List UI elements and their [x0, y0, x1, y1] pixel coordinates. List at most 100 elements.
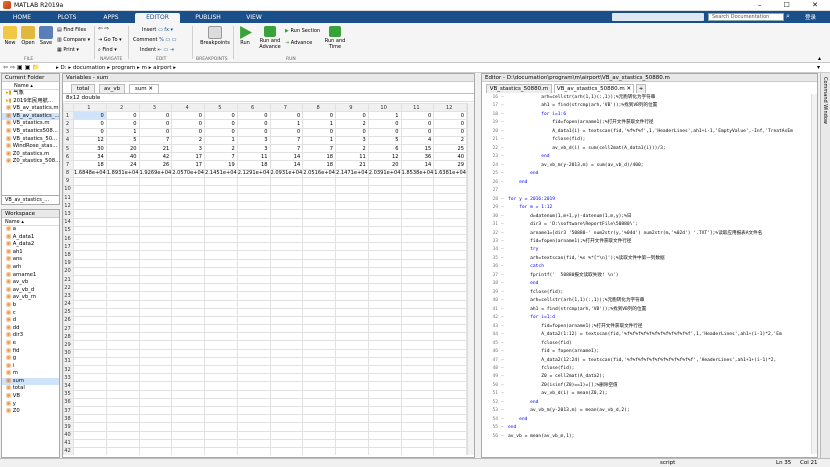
grid-cell[interactable]: [335, 233, 369, 244]
grid-cell[interactable]: [269, 250, 304, 260]
grid-cell[interactable]: [335, 397, 369, 407]
grid-cell[interactable]: [433, 193, 467, 203]
grid-cell[interactable]: [204, 274, 238, 285]
grid-cell[interactable]: [204, 307, 238, 317]
list-item[interactable]: ▦ e: [2, 340, 59, 348]
grid-cell[interactable]: [433, 266, 467, 276]
grid-cell[interactable]: [204, 340, 238, 350]
grid-cell[interactable]: [105, 258, 140, 268]
grid-cell[interactable]: [236, 193, 271, 203]
breakpoint-marker-icon[interactable]: –: [501, 204, 504, 212]
grid-cell[interactable]: [171, 364, 205, 375]
grid-cell[interactable]: [73, 381, 107, 391]
grid-cell[interactable]: [269, 176, 304, 186]
grid-cell[interactable]: [171, 209, 205, 219]
grid-cell[interactable]: [367, 446, 402, 455]
grid-cell[interactable]: [105, 217, 140, 227]
grid-cell[interactable]: [400, 201, 435, 211]
grid-cell[interactable]: [73, 274, 107, 285]
grid-cell[interactable]: 0: [204, 119, 238, 129]
grid-cell[interactable]: [236, 356, 271, 367]
code-line[interactable]: 52– end: [482, 399, 819, 407]
grid-cell[interactable]: [138, 422, 173, 432]
grid-cell[interactable]: [302, 258, 336, 268]
row-header[interactable]: 15: [63, 225, 74, 236]
grid-cell[interactable]: [73, 340, 107, 350]
grid-cell[interactable]: 2: [433, 135, 467, 145]
grid-cell[interactable]: [204, 356, 238, 367]
grid-cell[interactable]: 0: [73, 127, 107, 137]
grid-cell[interactable]: 0: [236, 127, 271, 137]
grid-cell[interactable]: [400, 242, 435, 252]
grid-cell[interactable]: [302, 242, 336, 252]
grid-cell[interactable]: [367, 324, 402, 334]
grid-cell[interactable]: [73, 389, 107, 399]
grid-cell[interactable]: [105, 340, 140, 350]
row-header[interactable]: 10: [63, 184, 74, 195]
grid-cell[interactable]: [302, 389, 336, 399]
workspace-header[interactable]: Name ▴: [2, 218, 59, 226]
grid-cell[interactable]: 29: [433, 160, 467, 170]
row-header[interactable]: 28: [63, 332, 74, 342]
row-header[interactable]: 39: [63, 422, 74, 432]
breakpoint-marker-icon[interactable]: –: [501, 145, 504, 153]
column-header[interactable]: 9: [335, 103, 369, 113]
grid-cell[interactable]: [204, 266, 238, 276]
grid-cell[interactable]: [171, 332, 205, 342]
grid-cell[interactable]: [73, 430, 107, 440]
grid-cell[interactable]: 0: [335, 111, 369, 121]
grid-cell[interactable]: [367, 397, 402, 407]
row-header[interactable]: 23: [63, 291, 74, 301]
list-item[interactable]: ▦ av_vb_m: [2, 294, 59, 302]
breakpoint-marker-icon[interactable]: –: [501, 153, 504, 161]
code-line[interactable]: 26– end: [482, 179, 819, 187]
grid-cell[interactable]: [236, 332, 271, 342]
grid-cell[interactable]: [269, 446, 304, 455]
grid-cell[interactable]: [400, 193, 435, 203]
grid-cell[interactable]: 14: [400, 160, 435, 170]
row-header[interactable]: 4: [63, 135, 74, 145]
row-header[interactable]: 34: [63, 381, 74, 391]
goto-button[interactable]: ⇥ Go To ▾: [98, 37, 122, 43]
grid-cell[interactable]: [433, 332, 467, 342]
grid-cell[interactable]: [367, 291, 402, 301]
code-line[interactable]: 17– ah1 = find(strcmp(arh,'VB'));%找到VB列的…: [482, 102, 819, 110]
grid-cell[interactable]: [269, 209, 304, 219]
grid-cell[interactable]: [335, 184, 369, 195]
grid-cell[interactable]: [204, 397, 238, 407]
list-item[interactable]: ▦ i: [2, 363, 59, 371]
grid-cell[interactable]: [138, 324, 173, 334]
list-item[interactable]: ▦ VB_stastics508...: [2, 128, 59, 136]
grid-cell[interactable]: [171, 242, 205, 252]
row-header[interactable]: 20: [63, 266, 74, 276]
grid-cell[interactable]: [105, 242, 140, 252]
grid-cell[interactable]: [105, 201, 140, 211]
code-line[interactable]: 35– arh=textscan(fid,'%s %*[^\n]');%读取文件…: [482, 255, 819, 263]
grid-cell[interactable]: [236, 348, 271, 358]
grid-cell[interactable]: [105, 193, 140, 203]
grid-cell[interactable]: [302, 332, 336, 342]
grid-cell[interactable]: [269, 356, 304, 367]
grid-cell[interactable]: [335, 242, 369, 252]
grid-cell[interactable]: 17: [171, 160, 205, 170]
new-button[interactable]: New: [2, 26, 18, 46]
grid-cell[interactable]: [138, 315, 173, 326]
grid-cell[interactable]: [73, 184, 107, 195]
grid-cell[interactable]: [433, 397, 467, 407]
code-line[interactable]: 31– dir3 = 'D:\software\ReportFile\50880…: [482, 221, 819, 229]
grid-cell[interactable]: 0: [204, 111, 238, 121]
grid-cell[interactable]: [204, 201, 238, 211]
grid-cell[interactable]: [171, 176, 205, 186]
grid-cell[interactable]: [105, 389, 140, 399]
grid-cell[interactable]: [138, 430, 173, 440]
grid-cell[interactable]: [400, 356, 435, 367]
grid-cell[interactable]: [204, 283, 238, 293]
breakpoint-marker-icon[interactable]: –: [501, 221, 504, 229]
list-item[interactable]: ▦ sum: [2, 377, 59, 386]
grid-cell[interactable]: [269, 266, 304, 276]
run-and-time-button[interactable]: Run and Time: [322, 26, 348, 50]
grid-cell[interactable]: [171, 217, 205, 227]
tab-apps[interactable]: APPS: [93, 13, 129, 23]
grid-cell[interactable]: [171, 381, 205, 391]
grid-cell[interactable]: [138, 438, 173, 448]
